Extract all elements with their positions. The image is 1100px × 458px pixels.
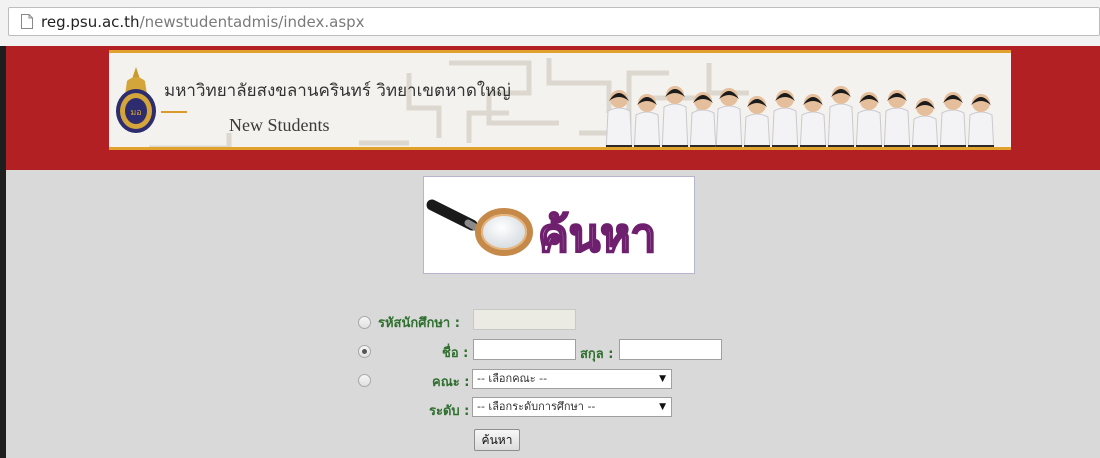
students-photo (605, 86, 995, 147)
student-head (860, 92, 878, 110)
url-text: reg.psu.ac.th/newstudentadmis/index.aspx (41, 13, 365, 31)
search-image-text: ค้นหา (537, 207, 657, 263)
student-head (804, 94, 822, 112)
url-host: reg.psu.ac.th (41, 12, 140, 31)
logo-divider (161, 111, 187, 113)
surname-label: สกุล : (580, 347, 614, 362)
student-figure (689, 109, 717, 147)
student-skirt (912, 145, 938, 147)
student-figure (939, 109, 967, 147)
svg-text:ค้นหา: ค้นหา (538, 208, 656, 262)
banner-subtitle: New Students (229, 115, 330, 135)
page-icon (21, 14, 33, 29)
faculty-select[interactable]: -- เลือกคณะ -- ▼ (472, 369, 672, 389)
student-skirt (662, 145, 688, 147)
student-figure (911, 115, 939, 147)
student-figure (633, 111, 661, 147)
search-banner-image: ค้นหา (423, 176, 695, 274)
radio-faculty[interactable] (358, 374, 371, 387)
student-head (720, 88, 738, 106)
student-head (610, 90, 628, 108)
magnifier-icon: ค้นหา (426, 199, 657, 263)
student-figure (883, 107, 911, 147)
student-skirt (690, 145, 716, 147)
university-name: มหาวิทยาลัยสงขลานครินทร์ วิทยาเขตหาดใหญ่ (164, 81, 511, 101)
student-head (944, 92, 962, 110)
student-head (832, 86, 850, 104)
name-label: ชื่อ : (442, 346, 469, 361)
student-skirt (800, 145, 826, 147)
university-logo: มอ (116, 67, 156, 133)
url-field[interactable]: reg.psu.ac.th/newstudentadmis/index.aspx (8, 7, 1100, 36)
chevron-down-icon: ▼ (659, 374, 666, 384)
student-figure (661, 103, 689, 147)
student-skirt (744, 145, 770, 147)
student-skirt (634, 145, 660, 147)
student-head (916, 98, 934, 116)
student-figure (855, 109, 883, 147)
search-button[interactable]: ค้นหา (474, 429, 520, 451)
faculty-select-value: -- เลือกคณะ -- (477, 372, 548, 385)
radio-name[interactable] (358, 345, 371, 358)
student-skirt (940, 145, 966, 147)
radio-student-id[interactable] (358, 316, 371, 329)
student-head (972, 94, 990, 112)
faculty-label: คณะ : (432, 375, 470, 390)
student-head (694, 92, 712, 110)
browser-address-bar: reg.psu.ac.th/newstudentadmis/index.aspx (0, 0, 1100, 46)
chevron-down-icon: ▼ (659, 402, 666, 412)
student-skirt (716, 145, 742, 147)
student-figure (771, 107, 799, 147)
student-figure (605, 107, 633, 147)
student-skirt (884, 145, 910, 147)
first-name-input[interactable] (473, 339, 576, 360)
student-id-input[interactable] (473, 309, 576, 330)
student-figure (715, 105, 743, 147)
student-skirt (772, 145, 798, 147)
student-id-label: รหัสนักศึกษา : (378, 316, 460, 331)
student-figure (799, 111, 827, 147)
student-head (776, 90, 794, 108)
page-viewport: มอ มหาวิทยาลัยสงขลานครินทร์ วิทยาเขตหาดใ… (6, 46, 1100, 458)
level-select[interactable]: -- เลือกระดับการศึกษา -- ▼ (472, 397, 672, 417)
student-head (638, 94, 656, 112)
level-select-value: -- เลือกระดับการศึกษา -- (477, 400, 596, 413)
student-figure (967, 111, 995, 147)
student-skirt (606, 145, 632, 147)
student-skirt (968, 145, 994, 147)
student-head (888, 90, 906, 108)
student-skirt (856, 145, 882, 147)
student-figure (743, 113, 771, 147)
student-figure (827, 103, 855, 147)
student-head (748, 96, 766, 114)
level-label: ระดับ : (429, 404, 470, 419)
surname-input[interactable] (619, 339, 722, 360)
header-banner: มอ มหาวิทยาลัยสงขลานครินทร์ วิทยาเขตหาดใ… (109, 50, 1011, 150)
svg-text:มอ: มอ (130, 108, 141, 118)
url-path: /newstudentadmis/index.aspx (139, 12, 365, 31)
student-skirt (828, 145, 854, 147)
student-head (666, 86, 684, 104)
